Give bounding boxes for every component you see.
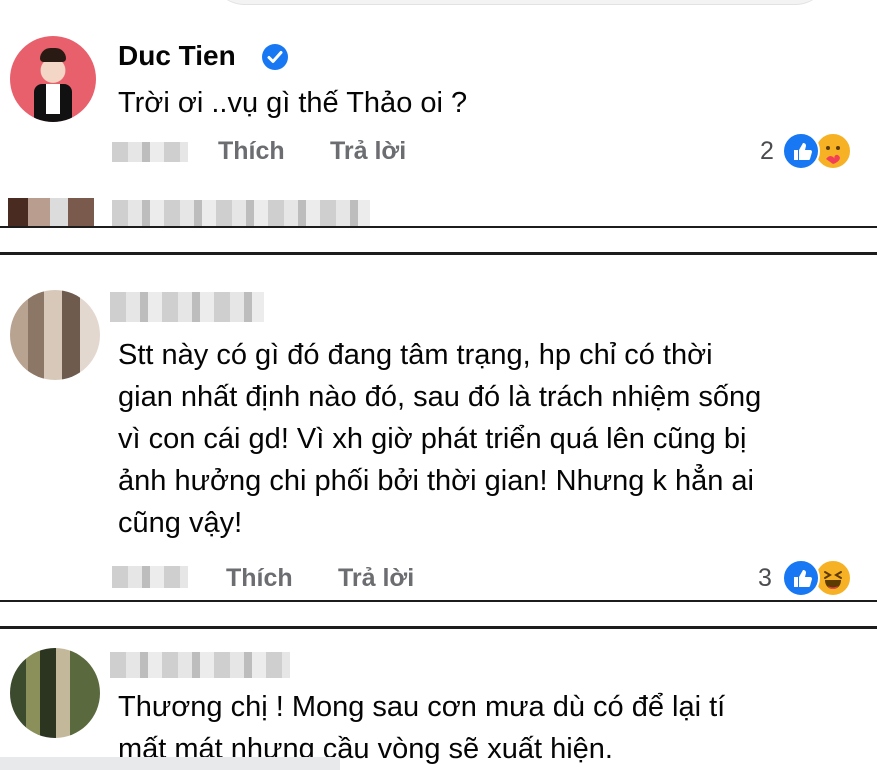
comment-text-line: vì con cái gd! Vì xh giờ phát triển quá …	[118, 423, 747, 455]
avatar[interactable]	[10, 648, 100, 738]
timestamp-blurred	[112, 566, 188, 588]
blurred-reply-preview	[112, 200, 370, 226]
reaction-count[interactable]: 2	[760, 137, 774, 166]
like-reaction-icon	[782, 132, 820, 170]
reply-button[interactable]: Trả lời	[338, 564, 414, 593]
comment-author[interactable]: Duc Tien	[118, 40, 236, 72]
previous-comment-box-edge	[210, 0, 830, 5]
like-button[interactable]: Thích	[226, 564, 293, 593]
comment-author[interactable]	[110, 652, 290, 678]
avatar[interactable]	[10, 36, 96, 122]
comment-text-line: Stt này có gì đó đang tâm trạng, hp chỉ …	[118, 339, 713, 371]
comment-text-line: gian nhất định nào đó, sau đó là trách n…	[118, 381, 762, 413]
avatar[interactable]	[10, 290, 100, 380]
like-button[interactable]: Thích	[218, 137, 285, 166]
divider	[0, 226, 877, 228]
comment-text-line: ảnh hưởng chi phối bởi thời gian! Nhưng …	[118, 465, 754, 497]
comment-text-line: Thương chị ! Mong sau cơn mưa dù có để l…	[118, 691, 726, 723]
verified-badge-icon	[262, 44, 288, 70]
reaction-count[interactable]: 3	[758, 564, 772, 593]
blurred-reply-avatar	[8, 198, 94, 226]
comment-text-line: cũng vậy!	[118, 507, 243, 539]
reply-composer-edge	[0, 757, 340, 770]
like-reaction-icon	[782, 559, 820, 597]
comment-author[interactable]	[110, 292, 264, 322]
divider	[0, 600, 877, 602]
divider	[0, 252, 877, 255]
reply-button[interactable]: Trả lời	[330, 137, 406, 166]
comment-text: Trời ơi ..vụ gì thế Thảo oi ?	[118, 87, 468, 119]
timestamp-blurred	[112, 142, 188, 162]
divider	[0, 626, 877, 629]
